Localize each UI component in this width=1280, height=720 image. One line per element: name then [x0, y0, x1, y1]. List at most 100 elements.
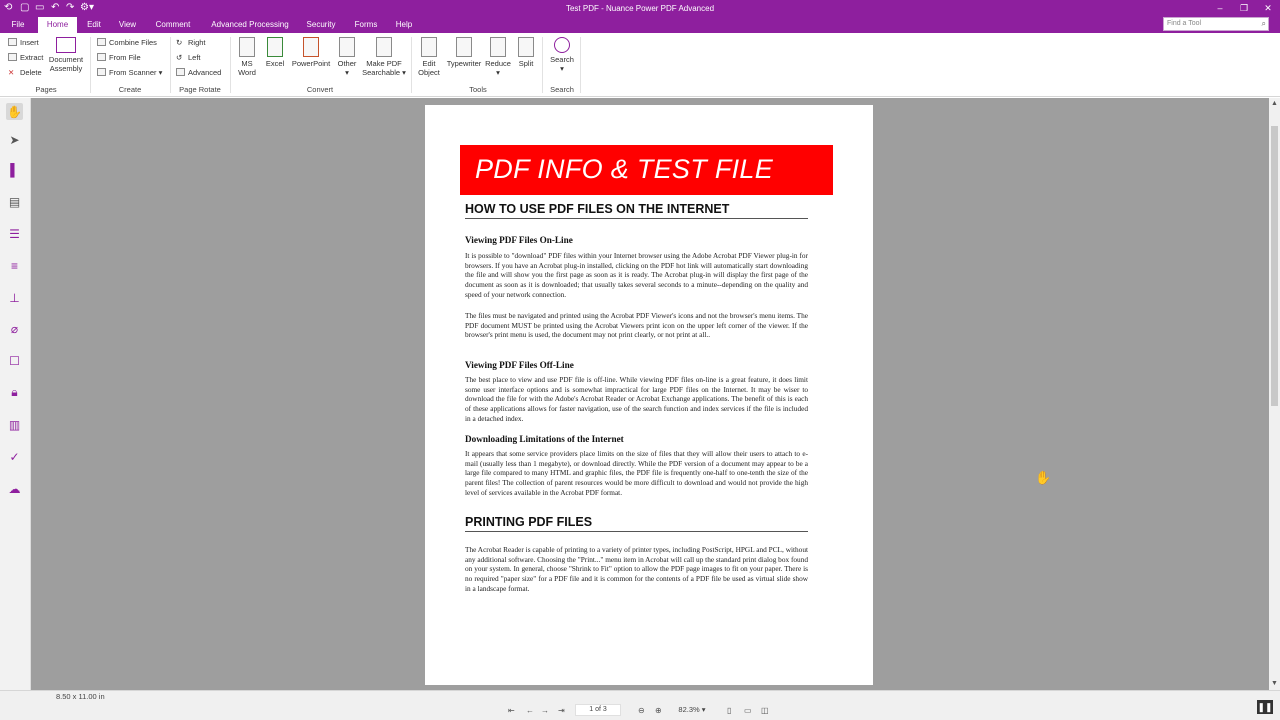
attachment-icon[interactable]: ⌀ [6, 320, 23, 337]
edit-object-label-1: Edit [422, 59, 436, 68]
document-assembly-label-1: Document [48, 55, 84, 64]
group-label-create: Create [118, 85, 142, 94]
tab-edit[interactable]: Edit [82, 17, 106, 33]
minimize-button[interactable]: – [1208, 0, 1232, 17]
delete-button[interactable]: ✕ Delete [8, 67, 42, 78]
zoom-dropdown-icon: ▾ [701, 705, 706, 714]
select-tool-icon[interactable]: ➤ [6, 131, 23, 148]
paragraph: It is possible to "download" PDF files w… [465, 251, 808, 299]
excel-button[interactable]: Excel [262, 37, 288, 68]
insert-icon [8, 38, 17, 46]
tab-file[interactable]: File [6, 17, 30, 33]
combine-files-label: Combine Files [109, 38, 157, 47]
from-file-button[interactable]: From File [97, 52, 141, 63]
reduce-button[interactable]: Reduce ▾ [484, 37, 512, 77]
make-searchable-icon [376, 37, 392, 57]
make-pdf-label-2: Searchable ▾ [362, 68, 406, 77]
make-pdf-label-1: Make PDF [366, 59, 402, 68]
hand-cursor-icon: ✋ [1035, 470, 1052, 485]
title-banner: PDF INFO & TEST FILE [460, 145, 833, 195]
group-separator [170, 37, 171, 93]
group-label-pages: Pages [35, 85, 57, 94]
close-button[interactable]: ✕ [1256, 0, 1280, 17]
rotate-advanced-button[interactable]: Advanced [176, 67, 221, 78]
excel-label: Excel [265, 59, 285, 68]
pages-panel-icon[interactable]: ▤ [6, 193, 23, 210]
find-tool-placeholder: Find a Tool [1167, 20, 1202, 27]
comments-panel-icon[interactable]: ☐ [6, 352, 23, 369]
extract-icon [8, 53, 17, 61]
menu-bar: File Home Edit View Comment Advanced Pro… [0, 17, 1280, 33]
zoom-in-icon[interactable]: ⊕ [655, 705, 662, 717]
delete-label: Delete [20, 68, 42, 77]
hand-tool-icon[interactable]: ✋ [6, 103, 23, 120]
maximize-button[interactable]: ❐ [1232, 0, 1256, 17]
structure-panel-icon[interactable]: ☰ [6, 225, 23, 242]
typewriter-button[interactable]: Typewriter [444, 37, 484, 68]
extract-button[interactable]: Extract [8, 52, 43, 63]
reduce-label-2: ▾ [496, 68, 500, 77]
other-label-1: Other [337, 59, 357, 68]
ribbon: Insert Extract ✕ Delete Document Assembly… [0, 33, 1280, 97]
two-page-view-icon[interactable]: ◫ [761, 705, 769, 717]
reduce-label-1: Reduce [485, 59, 511, 68]
document-properties-icon[interactable]: ▥ [6, 416, 23, 433]
paragraph: The best place to view and use PDF file … [465, 375, 808, 423]
search-icon: ⌕ [1261, 19, 1266, 28]
rotate-right-button[interactable]: ↻ Right [176, 37, 206, 48]
search-button[interactable]: Search ▾ [547, 37, 577, 73]
single-page-view-icon[interactable]: ▯ [727, 705, 731, 717]
tab-help[interactable]: Help [391, 17, 417, 33]
scroll-up-icon[interactable]: ▲ [1269, 100, 1280, 107]
ms-word-button[interactable]: MS Word [233, 37, 261, 77]
security-lock-icon[interactable]: 🔒︎ [6, 384, 23, 401]
document-assembly-button[interactable]: Document Assembly [46, 37, 86, 73]
group-separator [542, 37, 543, 93]
other-label-2: ▾ [345, 68, 349, 77]
search-label-1: Search [550, 55, 574, 64]
search-label-2: ▾ [560, 64, 564, 73]
tab-forms[interactable]: Forms [350, 17, 382, 33]
tab-advanced-processing[interactable]: Advanced Processing [206, 17, 294, 33]
zoom-value: 82.3% [678, 705, 700, 714]
combine-files-button[interactable]: Combine Files [97, 37, 157, 48]
page-number-field[interactable]: 1 of 3 [575, 704, 621, 716]
other-convert-button[interactable]: Other ▾ [334, 37, 360, 77]
left-toolbar: ✋ ➤ ▌ ▤ ☰ ≡ ⊥ ⌀ ☐ 🔒︎ ▥ ✓ ☁ [0, 98, 31, 690]
insert-button[interactable]: Insert [8, 37, 39, 48]
rotate-left-icon: ↺ [176, 53, 183, 62]
signature-icon[interactable]: ✓ [6, 448, 23, 465]
bookmarks-panel-icon[interactable]: ▌ [6, 161, 23, 178]
list-panel-icon[interactable]: ≡ [6, 257, 23, 274]
scroll-down-icon[interactable]: ▼ [1269, 680, 1280, 687]
find-tool-input[interactable]: Find a Tool ⌕ [1163, 17, 1269, 31]
pause-icon[interactable]: ❚❚ [1257, 700, 1273, 714]
last-page-icon[interactable]: ⇥ [558, 705, 565, 717]
section-title: Viewing PDF Files Off-Line [465, 360, 574, 370]
zoom-out-icon[interactable]: ⊖ [638, 705, 645, 717]
tab-security[interactable]: Security [302, 17, 340, 33]
from-scanner-label: From Scanner ▾ [109, 68, 163, 77]
powerpoint-button[interactable]: PowerPoint [289, 37, 333, 68]
make-pdf-searchable-button[interactable]: Make PDF Searchable ▾ [361, 37, 407, 77]
tab-view[interactable]: View [114, 17, 141, 33]
tab-comment[interactable]: Comment [150, 17, 196, 33]
vertical-scrollbar[interactable]: ▲ ▼ [1269, 98, 1280, 690]
insert-label: Insert [20, 38, 39, 47]
stamp-panel-icon[interactable]: ⊥ [6, 289, 23, 306]
continuous-view-icon[interactable]: ▭ [744, 705, 752, 717]
edit-object-button[interactable]: Edit Object [415, 37, 443, 77]
first-page-icon[interactable]: ⇤ [508, 705, 515, 717]
tab-home[interactable]: Home [38, 17, 77, 33]
previous-page-icon[interactable]: ← [526, 705, 534, 717]
zoom-level[interactable]: 82.3% ▾ [672, 704, 712, 716]
heading-printing: PRINTING PDF FILES [465, 515, 808, 532]
split-button[interactable]: Split [514, 37, 538, 68]
scrollbar-thumb[interactable] [1271, 126, 1278, 406]
rotate-left-button[interactable]: ↺ Left [176, 52, 201, 63]
ms-word-label-1: MS [241, 59, 253, 68]
from-scanner-button[interactable]: From Scanner ▾ [97, 67, 162, 78]
other-convert-icon [339, 37, 355, 57]
next-page-icon[interactable]: → [541, 705, 549, 717]
cloud-icon[interactable]: ☁ [6, 480, 23, 497]
